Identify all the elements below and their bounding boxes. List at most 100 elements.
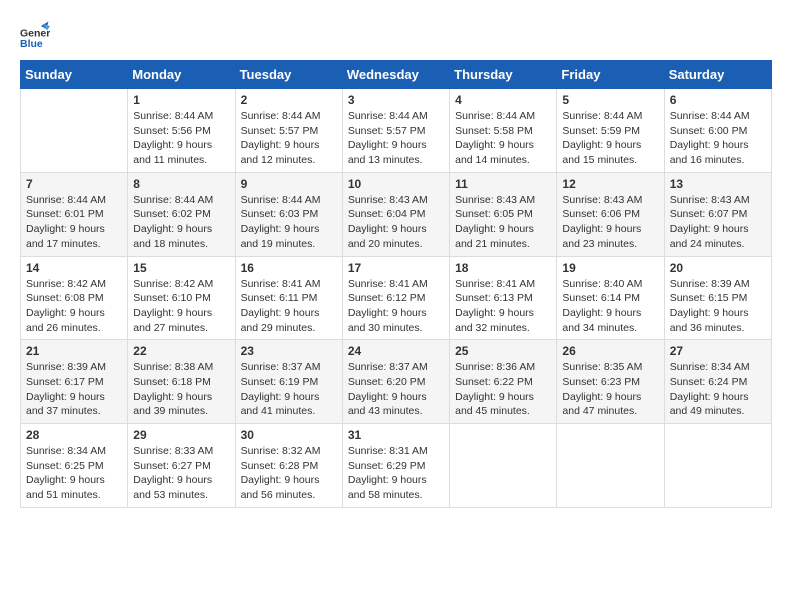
day-info: Sunrise: 8:32 AMSunset: 6:28 PMDaylight:… [241,444,337,503]
day-number: 7 [26,177,122,191]
day-info: Sunrise: 8:43 AMSunset: 6:06 PMDaylight:… [562,193,658,252]
calendar-cell: 26Sunrise: 8:35 AMSunset: 6:23 PMDayligh… [557,340,664,424]
day-number: 9 [241,177,337,191]
day-number: 1 [133,93,229,107]
day-info: Sunrise: 8:34 AMSunset: 6:24 PMDaylight:… [670,360,766,419]
day-info: Sunrise: 8:40 AMSunset: 6:14 PMDaylight:… [562,277,658,336]
day-info: Sunrise: 8:33 AMSunset: 6:27 PMDaylight:… [133,444,229,503]
day-number: 26 [562,344,658,358]
day-info: Sunrise: 8:41 AMSunset: 6:11 PMDaylight:… [241,277,337,336]
svg-text:Blue: Blue [20,38,43,50]
logo-icon: General Blue [20,20,50,50]
day-info: Sunrise: 8:44 AMSunset: 6:01 PMDaylight:… [26,193,122,252]
calendar-cell: 24 Sunrise: 8:37 AMSunset: 6:20 PMDayligh… [342,340,449,424]
calendar-cell: 7 Sunrise: 8:44 AMSunset: 6:01 PMDaylight… [21,172,128,256]
day-number: 18 [455,261,551,275]
calendar-cell: 30 Sunrise: 8:32 AMSunset: 6:28 PMDayligh… [235,424,342,508]
calendar-week-4: 21 Sunrise: 8:39 AMSunset: 6:17 PMDayligh… [21,340,772,424]
header-day-monday: Monday [128,61,235,89]
calendar-cell: 27 Sunrise: 8:34 AMSunset: 6:24 PMDayligh… [664,340,771,424]
day-info: Sunrise: 8:39 AMSunset: 6:17 PMDaylight:… [26,360,122,419]
calendar-table: SundayMondayTuesdayWednesdayThursdayFrid… [20,60,772,508]
day-number: 28 [26,428,122,442]
day-info: Sunrise: 8:39 AMSunset: 6:15 PMDaylight:… [670,277,766,336]
day-number: 25 [455,344,551,358]
day-number: 21 [26,344,122,358]
calendar-cell [21,89,128,173]
calendar-cell: 12 Sunrise: 8:43 AMSunset: 6:06 PMDayligh… [557,172,664,256]
calendar-cell: 20 Sunrise: 8:39 AMSunset: 6:15 PMDayligh… [664,256,771,340]
day-info: Sunrise: 8:43 AMSunset: 6:07 PMDaylight:… [670,193,766,252]
calendar-cell: 21 Sunrise: 8:39 AMSunset: 6:17 PMDayligh… [21,340,128,424]
day-info: Sunrise: 8:44 AMSunset: 5:58 PMDaylight:… [455,109,551,168]
day-number: 10 [348,177,444,191]
calendar-cell: 13 Sunrise: 8:43 AMSunset: 6:07 PMDayligh… [664,172,771,256]
day-info: Sunrise: 8:41 AMSunset: 6:13 PMDaylight:… [455,277,551,336]
day-number: 20 [670,261,766,275]
day-info: Sunrise: 8:44 AMSunset: 5:56 PMDaylight:… [133,109,229,168]
calendar-cell: 6Sunrise: 8:44 AMSunset: 6:00 PMDaylight… [664,89,771,173]
calendar-cell: 23Sunrise: 8:37 AMSunset: 6:19 PMDayligh… [235,340,342,424]
day-number: 13 [670,177,766,191]
header-day-thursday: Thursday [450,61,557,89]
day-info: Sunrise: 8:31 AMSunset: 6:29 PMDaylight:… [348,444,444,503]
calendar-cell: 9 Sunrise: 8:44 AMSunset: 6:03 PMDaylight… [235,172,342,256]
calendar-header: SundayMondayTuesdayWednesdayThursdayFrid… [21,61,772,89]
day-number: 11 [455,177,551,191]
day-number: 14 [26,261,122,275]
day-info: Sunrise: 8:38 AMSunset: 6:18 PMDaylight:… [133,360,229,419]
day-info: Sunrise: 8:37 AMSunset: 6:20 PMDaylight:… [348,360,444,419]
calendar-cell: 25Sunrise: 8:36 AMSunset: 6:22 PMDayligh… [450,340,557,424]
calendar-week-1: 1 Sunrise: 8:44 AMSunset: 5:56 PMDaylight… [21,89,772,173]
day-number: 29 [133,428,229,442]
day-info: Sunrise: 8:44 AMSunset: 6:02 PMDaylight:… [133,193,229,252]
calendar-cell: 1 Sunrise: 8:44 AMSunset: 5:56 PMDaylight… [128,89,235,173]
day-info: Sunrise: 8:42 AMSunset: 6:10 PMDaylight:… [133,277,229,336]
day-number: 2 [241,93,337,107]
calendar-cell: 28 Sunrise: 8:34 AMSunset: 6:25 PMDayligh… [21,424,128,508]
calendar-cell [664,424,771,508]
calendar-week-2: 7 Sunrise: 8:44 AMSunset: 6:01 PMDaylight… [21,172,772,256]
header-row: SundayMondayTuesdayWednesdayThursdayFrid… [21,61,772,89]
day-info: Sunrise: 8:44 AMSunset: 5:57 PMDaylight:… [241,109,337,168]
day-number: 27 [670,344,766,358]
day-info: Sunrise: 8:43 AMSunset: 6:04 PMDaylight:… [348,193,444,252]
day-info: Sunrise: 8:44 AMSunset: 5:59 PMDaylight:… [562,109,658,168]
logo: General Blue [20,20,50,50]
day-number: 8 [133,177,229,191]
day-number: 16 [241,261,337,275]
calendar-cell [450,424,557,508]
day-info: Sunrise: 8:41 AMSunset: 6:12 PMDaylight:… [348,277,444,336]
calendar-cell: 4Sunrise: 8:44 AMSunset: 5:58 PMDaylight… [450,89,557,173]
day-number: 19 [562,261,658,275]
calendar-cell: 11 Sunrise: 8:43 AMSunset: 6:05 PMDayligh… [450,172,557,256]
day-info: Sunrise: 8:44 AMSunset: 6:03 PMDaylight:… [241,193,337,252]
calendar-cell: 19 Sunrise: 8:40 AMSunset: 6:14 PMDayligh… [557,256,664,340]
calendar-week-5: 28 Sunrise: 8:34 AMSunset: 6:25 PMDayligh… [21,424,772,508]
calendar-cell: 3 Sunrise: 8:44 AMSunset: 5:57 PMDaylight… [342,89,449,173]
calendar-week-3: 14 Sunrise: 8:42 AMSunset: 6:08 PMDayligh… [21,256,772,340]
day-number: 3 [348,93,444,107]
calendar-cell: 14 Sunrise: 8:42 AMSunset: 6:08 PMDayligh… [21,256,128,340]
header-day-sunday: Sunday [21,61,128,89]
day-info: Sunrise: 8:42 AMSunset: 6:08 PMDaylight:… [26,277,122,336]
header: General Blue [20,20,772,50]
day-info: Sunrise: 8:44 AMSunset: 5:57 PMDaylight:… [348,109,444,168]
day-info: Sunrise: 8:43 AMSunset: 6:05 PMDaylight:… [455,193,551,252]
header-day-saturday: Saturday [664,61,771,89]
header-day-tuesday: Tuesday [235,61,342,89]
calendar-cell: 22Sunrise: 8:38 AMSunset: 6:18 PMDayligh… [128,340,235,424]
calendar-cell: 16 Sunrise: 8:41 AMSunset: 6:11 PMDayligh… [235,256,342,340]
day-number: 23 [241,344,337,358]
day-number: 30 [241,428,337,442]
day-number: 5 [562,93,658,107]
header-day-wednesday: Wednesday [342,61,449,89]
calendar-cell: 18 Sunrise: 8:41 AMSunset: 6:13 PMDayligh… [450,256,557,340]
calendar-body: 1 Sunrise: 8:44 AMSunset: 5:56 PMDaylight… [21,89,772,508]
day-number: 12 [562,177,658,191]
day-info: Sunrise: 8:34 AMSunset: 6:25 PMDaylight:… [26,444,122,503]
day-number: 24 [348,344,444,358]
calendar-cell: 17Sunrise: 8:41 AMSunset: 6:12 PMDayligh… [342,256,449,340]
day-number: 15 [133,261,229,275]
header-day-friday: Friday [557,61,664,89]
